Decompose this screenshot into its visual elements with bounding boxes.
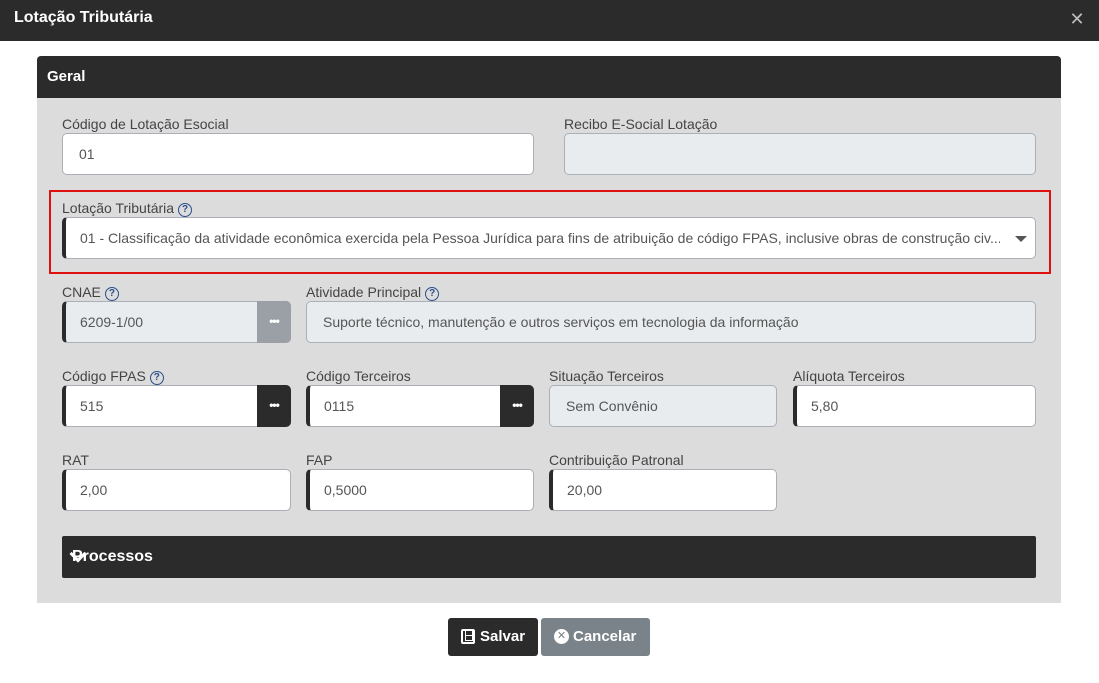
cancel-button[interactable]: ✕ Cancelar [541,618,650,656]
save-icon [461,629,475,644]
situacao-terceiros-value: Sem Convênio [566,398,658,414]
atividade-value: Suporte técnico, manutenção e outros ser… [323,314,799,330]
help-icon[interactable]: ? [178,203,193,217]
fap-input[interactable]: 0,5000 [306,469,534,511]
codigo-fpas-label: Código FPAS? [62,368,164,385]
lotacao-tributaria-label: Lotação Tributária? [62,200,193,217]
title-bar: Lotação Tributária ✕ [0,0,1099,41]
rat-label: RAT [62,452,89,468]
help-icon[interactable]: ? [104,287,119,301]
fap-label: FAP [306,452,333,468]
cnae-lookup-button[interactable]: ••• [257,301,291,343]
contribuicao-input[interactable]: 20,00 [549,469,777,511]
aliquota-terceiros-value: 5,80 [811,398,839,414]
rat-value: 2,00 [80,482,108,498]
window-title: Lotação Tributária [14,9,153,26]
codigo-lotacao-label: Código de Lotação Esocial [62,116,229,132]
help-icon[interactable]: ? [149,371,164,385]
codigo-terceiros-lookup-button[interactable]: ••• [500,385,534,427]
geral-panel-header: Geral [37,56,1061,98]
situacao-terceiros-label: Situação Terceiros [549,368,664,384]
atividade-input[interactable]: Suporte técnico, manutenção e outros ser… [306,301,1036,343]
lotacao-tributaria-value: 01 - Classificação da atividade econômic… [80,230,1000,246]
aliquota-terceiros-label: Alíquota Terceiros [793,368,905,384]
atividade-label-text: Atividade Principal [306,284,422,300]
cnae-label: CNAE? [62,284,119,301]
fap-value: 0,5000 [324,482,367,498]
situacao-terceiros-input[interactable]: Sem Convênio [549,385,777,427]
processos-accordion[interactable]: Processos [62,536,1036,578]
codigo-fpas-value: 515 [80,398,104,414]
codigo-lotacao-input[interactable]: 01 [62,133,534,175]
recibo-input[interactable] [564,133,1036,175]
atividade-label: Atividade Principal? [306,284,440,301]
codigo-fpas-label-text: Código FPAS [62,368,146,384]
geral-panel-title: Geral [47,68,86,85]
chevron-down-icon[interactable] [1015,236,1027,242]
codigo-fpas-input[interactable]: 515 ••• [62,385,291,427]
recibo-label: Recibo E-Social Lotação [564,116,718,132]
cnae-input[interactable]: 6209-1/00 ••• [62,301,291,343]
cancel-icon: ✕ [554,629,569,644]
cnae-value: 6209-1/00 [80,314,144,330]
codigo-terceiros-input[interactable]: 0115 ••• [306,385,534,427]
lotacao-tributaria-label-text: Lotação Tributária [62,200,175,216]
codigo-fpas-lookup-button[interactable]: ••• [257,385,291,427]
contribuicao-value: 20,00 [567,482,603,498]
contribuicao-label: Contribuição Patronal [549,452,684,468]
codigo-terceiros-label: Código Terceiros [306,368,411,384]
save-button-label: Salvar [480,628,526,645]
cnae-label-text: CNAE [62,284,101,300]
lotacao-tributaria-select[interactable]: 01 - Classificação da atividade econômic… [62,217,1036,259]
codigo-lotacao-value: 01 [79,146,95,162]
help-icon[interactable]: ? [425,287,440,301]
cancel-button-label: Cancelar [573,628,637,645]
aliquota-terceiros-input[interactable]: 5,80 [793,385,1036,427]
rat-input[interactable]: 2,00 [62,469,291,511]
save-button[interactable]: Salvar [448,618,538,656]
geral-panel: Geral Código de Lotação Esocial 01 Recib… [37,56,1061,603]
codigo-terceiros-value: 0115 [324,398,355,414]
close-icon[interactable]: ✕ [1069,10,1085,28]
